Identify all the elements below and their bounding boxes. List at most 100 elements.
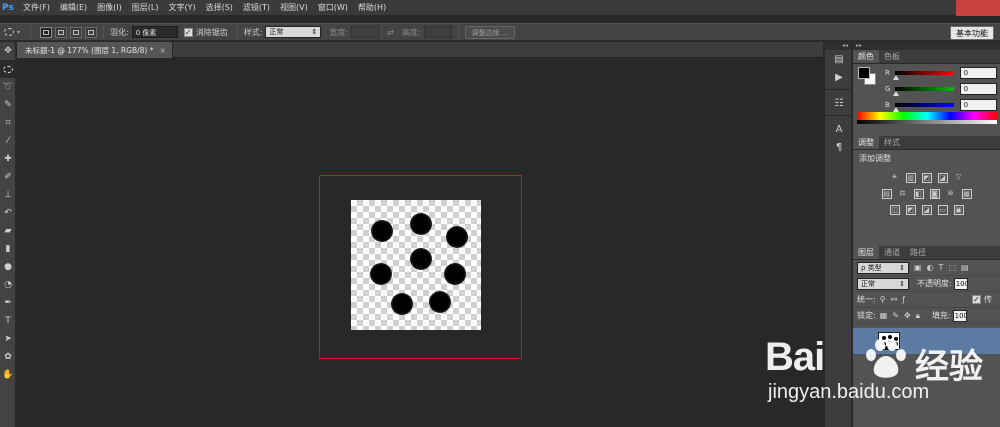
vibrance-icon[interactable]: ▽ xyxy=(954,173,964,183)
foreground-color-swatch[interactable] xyxy=(858,67,870,79)
slider-thumb[interactable] xyxy=(892,91,899,96)
tab-channels[interactable]: 通道 xyxy=(879,246,905,259)
brightness-icon[interactable]: ☀ xyxy=(890,173,900,183)
color-balance-icon[interactable]: ⚖ xyxy=(898,189,908,199)
document-tab[interactable]: 未标题-1 @ 177% (图层 1, RGB/8) * × xyxy=(17,42,173,58)
refine-edge-button[interactable]: 调整边缘 ... xyxy=(464,25,516,39)
brush-tool-icon[interactable]: ✐ xyxy=(0,168,16,186)
menu-edit[interactable]: 编辑(E) xyxy=(55,2,92,13)
shape-tool-icon[interactable]: ✿ xyxy=(0,348,16,366)
menu-help[interactable]: 帮助(H) xyxy=(353,2,391,13)
exposure-icon[interactable]: ◪ xyxy=(937,173,948,183)
blend-mode-select[interactable]: 正常 ⇕ xyxy=(857,277,909,290)
dodge-tool-icon[interactable]: ◔ xyxy=(0,276,16,294)
menu-image[interactable]: 图像(I) xyxy=(92,2,127,13)
levels-icon[interactable]: ▥ xyxy=(905,173,916,183)
eyedropper-tool-icon[interactable]: ⁄ xyxy=(0,132,16,150)
intersect-selection-icon[interactable] xyxy=(85,26,97,38)
workspace-button[interactable]: 基本功能 xyxy=(950,26,994,40)
lock-position-icon[interactable]: ✥ xyxy=(904,311,911,320)
color-lookup-icon[interactable]: ▦ xyxy=(961,189,972,199)
feather-input[interactable]: 0 像素 xyxy=(131,26,178,38)
smart-object-filter-icon[interactable]: ▤ xyxy=(961,263,969,272)
tab-styles[interactable]: 样式 xyxy=(879,136,905,149)
new-selection-icon[interactable] xyxy=(40,26,52,38)
gradient-tool-icon[interactable]: ▮ xyxy=(0,240,16,258)
tab-layers[interactable]: 图层 xyxy=(853,246,879,259)
character-panel-icon[interactable]: A xyxy=(825,120,853,138)
height-input[interactable] xyxy=(423,26,452,38)
tab-color[interactable]: 颜色 xyxy=(853,50,879,63)
blur-tool-icon[interactable]: ● xyxy=(0,258,16,276)
swap-icon[interactable]: ⇄ xyxy=(387,28,394,37)
path-selection-tool-icon[interactable]: ➤ xyxy=(0,330,16,348)
tab-paths[interactable]: 路径 xyxy=(905,246,931,259)
layer-filter-select[interactable]: ρ 类型 ⇕ xyxy=(857,261,909,274)
adjustment-filter-icon[interactable]: ◐ xyxy=(927,263,934,272)
history-brush-tool-icon[interactable]: ↶ xyxy=(0,204,16,222)
elliptical-marquee-preset-icon[interactable]: ▾ xyxy=(4,25,24,39)
channel-mixer-icon[interactable]: ⊛ xyxy=(946,189,956,199)
crop-tool-icon[interactable]: ⌗ xyxy=(0,114,16,132)
unify-position-icon[interactable]: ⚲ xyxy=(880,295,886,304)
fill-input[interactable]: 100 xyxy=(952,309,967,322)
lock-transparency-icon[interactable]: ▦ xyxy=(880,311,888,320)
collapse-dock-icon[interactable]: ◂◂ xyxy=(825,42,851,50)
menu-file[interactable]: 文件(F) xyxy=(18,2,55,13)
eraser-tool-icon[interactable]: ▰ xyxy=(0,222,16,240)
black-white-icon[interactable]: ◧ xyxy=(913,189,924,199)
green-value-input[interactable]: 0 xyxy=(959,83,997,95)
paragraph-panel-icon[interactable]: ¶ xyxy=(825,138,853,156)
elliptical-marquee-tool-icon[interactable] xyxy=(0,60,16,78)
lock-pixels-icon[interactable]: ✎ xyxy=(892,311,899,320)
close-tab-icon[interactable]: × xyxy=(159,46,165,55)
move-tool-icon[interactable]: ✥ xyxy=(0,42,16,60)
unify-visibility-icon[interactable]: ⚯ xyxy=(891,295,898,304)
pen-tool-icon[interactable]: ✒ xyxy=(0,294,16,312)
curves-icon[interactable]: ◩ xyxy=(921,173,932,183)
canvas-area[interactable] xyxy=(17,58,823,427)
width-input[interactable] xyxy=(351,26,380,38)
slider-thumb[interactable] xyxy=(892,75,899,80)
tab-adjustments[interactable]: 调整 xyxy=(853,136,879,149)
threshold-icon[interactable]: ◪ xyxy=(921,205,932,215)
actions-panel-icon[interactable]: ▶ xyxy=(825,68,853,86)
type-filter-icon[interactable]: T xyxy=(939,263,944,272)
red-value-input[interactable]: 0 xyxy=(959,67,997,79)
tab-swatches[interactable]: 色板 xyxy=(879,50,905,63)
posterize-icon[interactable]: ◩ xyxy=(905,205,916,215)
hand-tool-icon[interactable]: ✋ xyxy=(0,366,16,384)
window-close-button[interactable] xyxy=(956,0,1000,16)
invert-icon[interactable]: ◫ xyxy=(889,205,900,215)
properties-panel-icon[interactable]: ☷ xyxy=(825,94,853,112)
expand-panels-icon[interactable]: ▸▸ xyxy=(853,42,1000,50)
menu-type[interactable]: 文字(Y) xyxy=(163,2,200,13)
unify-style-icon[interactable]: ƒ xyxy=(902,295,905,304)
pixel-filter-icon[interactable]: ▣ xyxy=(914,263,922,272)
photo-filter-icon[interactable]: ◙ xyxy=(929,189,940,199)
menu-layer[interactable]: 图层(L) xyxy=(127,2,164,13)
hue-saturation-icon[interactable]: ▤ xyxy=(881,189,892,199)
menu-view[interactable]: 视图(V) xyxy=(275,2,313,13)
red-slider[interactable] xyxy=(892,71,954,80)
style-select[interactable]: 正常 ⇕ xyxy=(265,26,322,38)
type-tool-icon[interactable]: T xyxy=(0,312,16,330)
antialias-checkbox[interactable]: ✓ xyxy=(183,27,193,37)
selective-color-icon[interactable]: ▣ xyxy=(953,205,964,215)
layer-row-selected[interactable] xyxy=(853,328,1000,354)
quick-selection-tool-icon[interactable]: ✎ xyxy=(0,96,16,114)
clone-stamp-tool-icon[interactable]: ⊥ xyxy=(0,186,16,204)
propagate-checkbox[interactable]: ✓ xyxy=(972,295,981,304)
color-spectrum[interactable] xyxy=(857,112,997,124)
opacity-input[interactable]: 100 xyxy=(953,277,968,290)
subtract-selection-icon[interactable] xyxy=(70,26,82,38)
add-selection-icon[interactable] xyxy=(55,26,67,38)
menu-window[interactable]: 窗口(W) xyxy=(313,2,353,13)
blue-slider[interactable] xyxy=(892,103,954,112)
shape-filter-icon[interactable]: ⬚ xyxy=(948,263,956,272)
green-slider[interactable] xyxy=(892,87,954,96)
history-panel-icon[interactable]: ▤ xyxy=(825,50,853,68)
menu-select[interactable]: 选择(S) xyxy=(201,2,238,13)
blue-value-input[interactable]: 0 xyxy=(959,99,997,111)
lock-all-icon[interactable]: 🔒︎ xyxy=(916,311,920,321)
